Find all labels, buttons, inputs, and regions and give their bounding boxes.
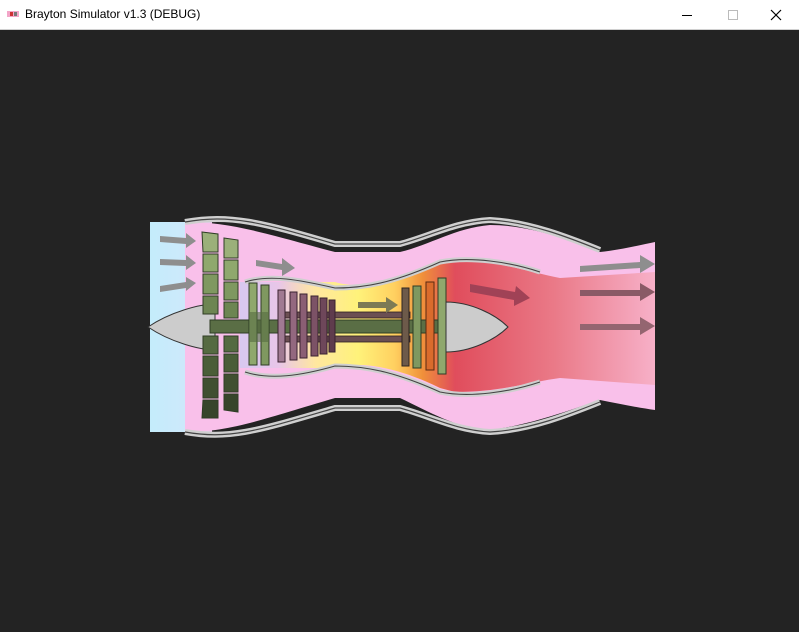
app-window: Brayton Simulator v1.3 (DEBUG) (0, 0, 799, 632)
title-bar[interactable]: Brayton Simulator v1.3 (DEBUG) (0, 0, 799, 30)
engine-app-icon (7, 11, 19, 17)
close-button[interactable] (753, 0, 799, 30)
minimize-icon (682, 15, 692, 16)
maximize-button[interactable] (710, 0, 756, 30)
simulation-viewport[interactable] (0, 30, 799, 632)
maximize-icon (728, 10, 738, 20)
close-icon (770, 9, 782, 21)
window-title: Brayton Simulator v1.3 (DEBUG) (25, 7, 201, 21)
turbojet-engine-diagram (147, 215, 655, 438)
minimize-button[interactable] (664, 0, 710, 30)
